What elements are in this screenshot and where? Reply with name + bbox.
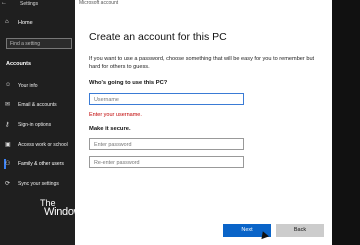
email-icon: ✉ (5, 102, 11, 108)
back-arrow-icon[interactable]: ← (1, 0, 7, 6)
accounts-section-label: Accounts (6, 61, 32, 67)
page-title: Create an account for this PC (89, 31, 227, 43)
key-icon: ⚷ (5, 122, 10, 128)
username-question: Who's going to use this PC? (89, 80, 168, 86)
reenter-password-input[interactable]: Re-enter password (89, 156, 244, 168)
background-strip (332, 0, 360, 245)
sidebar-item-label: Email & accounts (18, 102, 57, 108)
sync-icon: ⟳ (5, 181, 11, 187)
sidebar-item-email-accounts[interactable]: ✉ Email & accounts (4, 100, 74, 111)
secure-heading: Make it secure. (89, 126, 131, 132)
settings-title: Settings (20, 1, 39, 7)
sidebar-item-label: Access work or school (18, 142, 68, 148)
sidebar-item-your-info[interactable]: ☺ Your info (4, 81, 74, 92)
sidebar-item-sign-in-options[interactable]: ⚷ Sign-in options (4, 120, 74, 131)
sidebar-item-access-work-school[interactable]: ▣ Access work or school (4, 140, 74, 151)
home-icon: ⌂ (5, 19, 9, 25)
dialog-description: If you want to use a password, choose so… (89, 56, 315, 70)
briefcase-icon: ▣ (5, 142, 11, 148)
family-icon: ⚇ (5, 161, 11, 167)
password-input[interactable]: Enter password (89, 138, 244, 150)
username-input[interactable]: Username (89, 93, 244, 105)
sidebar-item-label: Family & other users (18, 161, 64, 167)
sidebar-item-family-other-users[interactable]: ⚇ Family & other users (4, 159, 74, 170)
microsoft-account-dialog: Microsoft account Create an account for … (75, 0, 332, 245)
username-error: Enter your username. (89, 112, 142, 118)
sidebar-item-sync-settings[interactable]: ⟳ Sync your settings (4, 179, 74, 190)
dialog-window-title: Microsoft account (79, 0, 119, 6)
settings-sidebar: ← Settings ⌂ Home Find a setting Account… (0, 0, 108, 245)
back-button[interactable]: Back (276, 224, 324, 237)
find-setting-input[interactable]: Find a setting (6, 38, 72, 49)
sidebar-item-label: Your info (18, 83, 38, 89)
sidebar-item-label: Sync your settings (18, 181, 59, 187)
home-label: Home (18, 20, 33, 26)
sidebar-item-label: Sign-in options (18, 122, 52, 128)
sidebar-item-home[interactable]: ⌂ Home (4, 19, 74, 29)
user-icon: ☺ (5, 82, 12, 88)
